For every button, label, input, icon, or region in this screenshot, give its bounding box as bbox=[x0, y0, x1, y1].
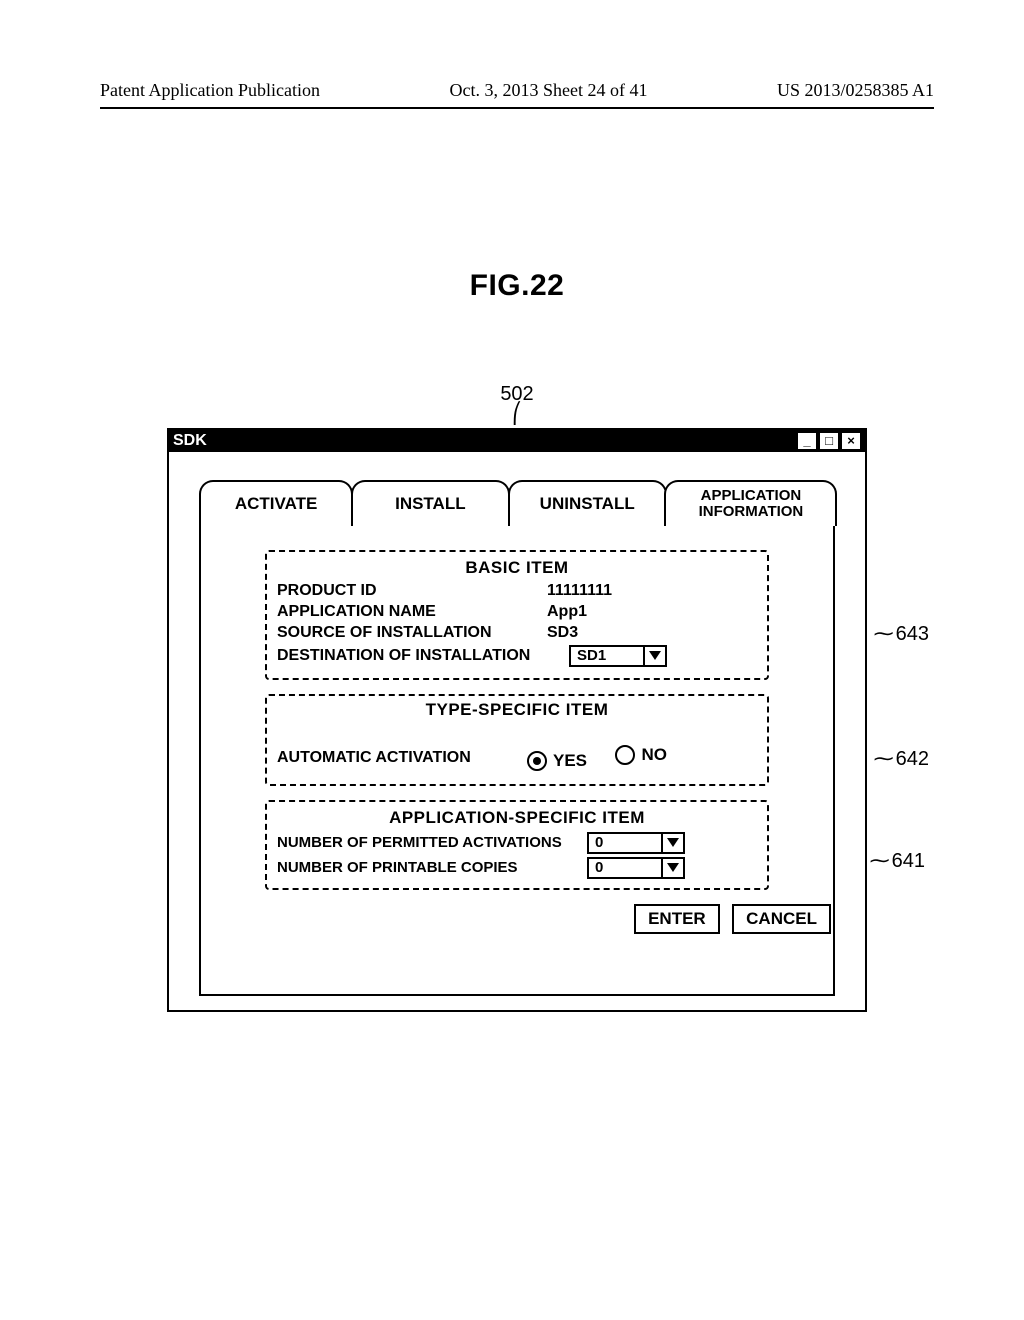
automatic-activation-label: AUTOMATIC ACTIVATION bbox=[277, 749, 527, 767]
tab-application-information[interactable]: APPLICATION INFORMATION bbox=[664, 480, 837, 526]
destination-select-value: SD1 bbox=[571, 647, 643, 665]
auto-activation-no-radio[interactable]: NO bbox=[615, 745, 667, 765]
basic-item-group: BASIC ITEM PRODUCT ID 11111111 APPLICATI… bbox=[265, 550, 769, 680]
header-right: US 2013/0258385 A1 bbox=[777, 80, 934, 101]
callout-502: 502 ⎛ bbox=[100, 383, 934, 424]
close-icon[interactable]: × bbox=[841, 432, 861, 450]
destination-of-installation-label: DESTINATION OF INSTALLATION bbox=[277, 647, 569, 665]
callout-tick-icon: ⎛ bbox=[100, 404, 934, 424]
enter-button[interactable]: ENTER bbox=[634, 904, 720, 934]
page-header: Patent Application Publication Oct. 3, 2… bbox=[100, 80, 934, 109]
tab-uninstall-label: UNINSTALL bbox=[540, 495, 635, 513]
minimize-icon[interactable]: _ bbox=[797, 432, 817, 450]
leader-line-icon: ⁓ bbox=[868, 848, 892, 873]
tab-appinfo-label: APPLICATION INFORMATION bbox=[699, 488, 804, 520]
leader-line-icon: ⁓ bbox=[872, 746, 896, 771]
header-center: Oct. 3, 2013 Sheet 24 of 41 bbox=[449, 80, 647, 101]
printable-copies-value: 0 bbox=[589, 859, 661, 877]
basic-item-title: BASIC ITEM bbox=[277, 558, 757, 578]
type-specific-item-title: TYPE-SPECIFIC ITEM bbox=[277, 700, 757, 720]
install-tab-panel: BASIC ITEM PRODUCT ID 11111111 APPLICATI… bbox=[199, 526, 835, 996]
source-of-installation-value: SD3 bbox=[547, 624, 757, 642]
tab-activate-label: ACTIVATE bbox=[235, 495, 317, 513]
product-id-value: 11111111 bbox=[547, 582, 757, 600]
source-of-installation-label: SOURCE OF INSTALLATION bbox=[277, 624, 547, 642]
radio-filled-icon bbox=[527, 751, 547, 771]
window-title: SDK bbox=[173, 432, 207, 450]
maximize-icon[interactable]: □ bbox=[819, 432, 839, 450]
figure-caption: FIG.22 bbox=[100, 269, 934, 303]
chevron-down-icon[interactable] bbox=[643, 647, 665, 665]
callout-642: ⁓642 bbox=[872, 746, 929, 771]
sdk-window: SDK _ □ × ACTIVATE INSTALL UNINSTALL APP… bbox=[167, 428, 867, 1012]
application-specific-item-title: APPLICATION-SPECIFIC ITEM bbox=[277, 808, 757, 828]
callout-642-number: 642 bbox=[896, 748, 929, 770]
destination-select[interactable]: SD1 bbox=[569, 645, 667, 667]
chevron-down-icon[interactable] bbox=[661, 834, 683, 852]
printable-copies-select[interactable]: 0 bbox=[587, 857, 685, 879]
callout-641: ⁓641 bbox=[868, 848, 925, 873]
radio-empty-icon bbox=[615, 745, 635, 765]
permitted-activations-label: NUMBER OF PERMITTED ACTIVATIONS bbox=[277, 834, 587, 851]
application-name-label: APPLICATION NAME bbox=[277, 603, 547, 621]
permitted-activations-value: 0 bbox=[589, 834, 661, 852]
tabstrip: ACTIVATE INSTALL UNINSTALL APPLICATION I… bbox=[199, 480, 835, 526]
callout-643: ⁓643 bbox=[872, 621, 929, 646]
printable-copies-label: NUMBER OF PRINTABLE COPIES bbox=[277, 859, 587, 876]
tab-install-label: INSTALL bbox=[395, 495, 466, 513]
window-titlebar: SDK _ □ × bbox=[169, 430, 865, 452]
tab-activate[interactable]: ACTIVATE bbox=[199, 480, 353, 526]
permitted-activations-select[interactable]: 0 bbox=[587, 832, 685, 854]
application-name-value: App1 bbox=[547, 603, 757, 621]
yes-label: YES bbox=[553, 751, 587, 771]
cancel-button-label: CANCEL bbox=[746, 909, 817, 928]
callout-641-number: 641 bbox=[892, 850, 925, 872]
header-left: Patent Application Publication bbox=[100, 80, 320, 101]
callout-643-number: 643 bbox=[896, 623, 929, 645]
tab-uninstall[interactable]: UNINSTALL bbox=[508, 480, 667, 526]
application-specific-item-group: APPLICATION-SPECIFIC ITEM NUMBER OF PERM… bbox=[265, 800, 769, 890]
auto-activation-yes-radio[interactable]: YES bbox=[527, 751, 587, 771]
type-specific-item-group: TYPE-SPECIFIC ITEM AUTOMATIC ACTIVATION … bbox=[265, 694, 769, 786]
product-id-label: PRODUCT ID bbox=[277, 582, 547, 600]
enter-button-label: ENTER bbox=[648, 909, 706, 928]
leader-line-icon: ⁓ bbox=[872, 621, 896, 646]
no-label: NO bbox=[641, 745, 667, 765]
chevron-down-icon[interactable] bbox=[661, 859, 683, 877]
cancel-button[interactable]: CANCEL bbox=[732, 904, 831, 934]
tab-install[interactable]: INSTALL bbox=[351, 480, 510, 526]
